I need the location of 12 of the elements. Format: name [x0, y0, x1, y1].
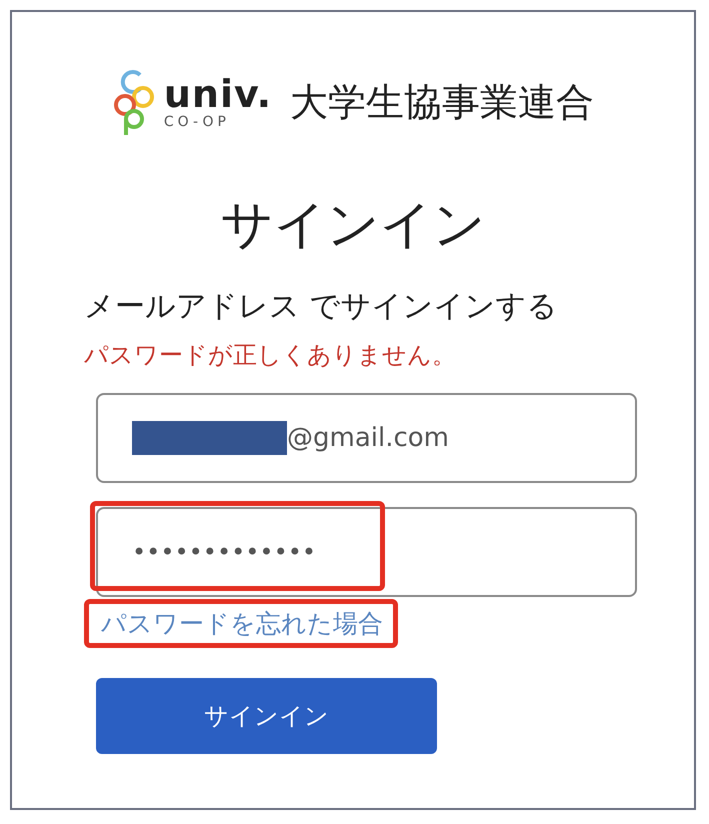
field-value: @gmail.com [287, 423, 450, 454]
field-value: ••••••••••••• [132, 538, 316, 566]
error-message: パスワードが正しくありません。 [84, 340, 457, 372]
organization-name: 大学生協事業連合 [290, 78, 594, 126]
email-field[interactable]: @gmail.com [96, 393, 637, 484]
signin-button[interactable]: サインイン [96, 678, 437, 754]
logo-wordmark: univ. [164, 75, 272, 113]
logo-subtext: CO-OP [164, 115, 231, 129]
signin-subtitle: メールアドレス でサインインする [84, 288, 559, 326]
coop-logo-icon [112, 67, 156, 137]
page-title: サインイン [220, 194, 486, 256]
forgot-password-link[interactable]: パスワードを忘れた場合 [84, 599, 398, 648]
